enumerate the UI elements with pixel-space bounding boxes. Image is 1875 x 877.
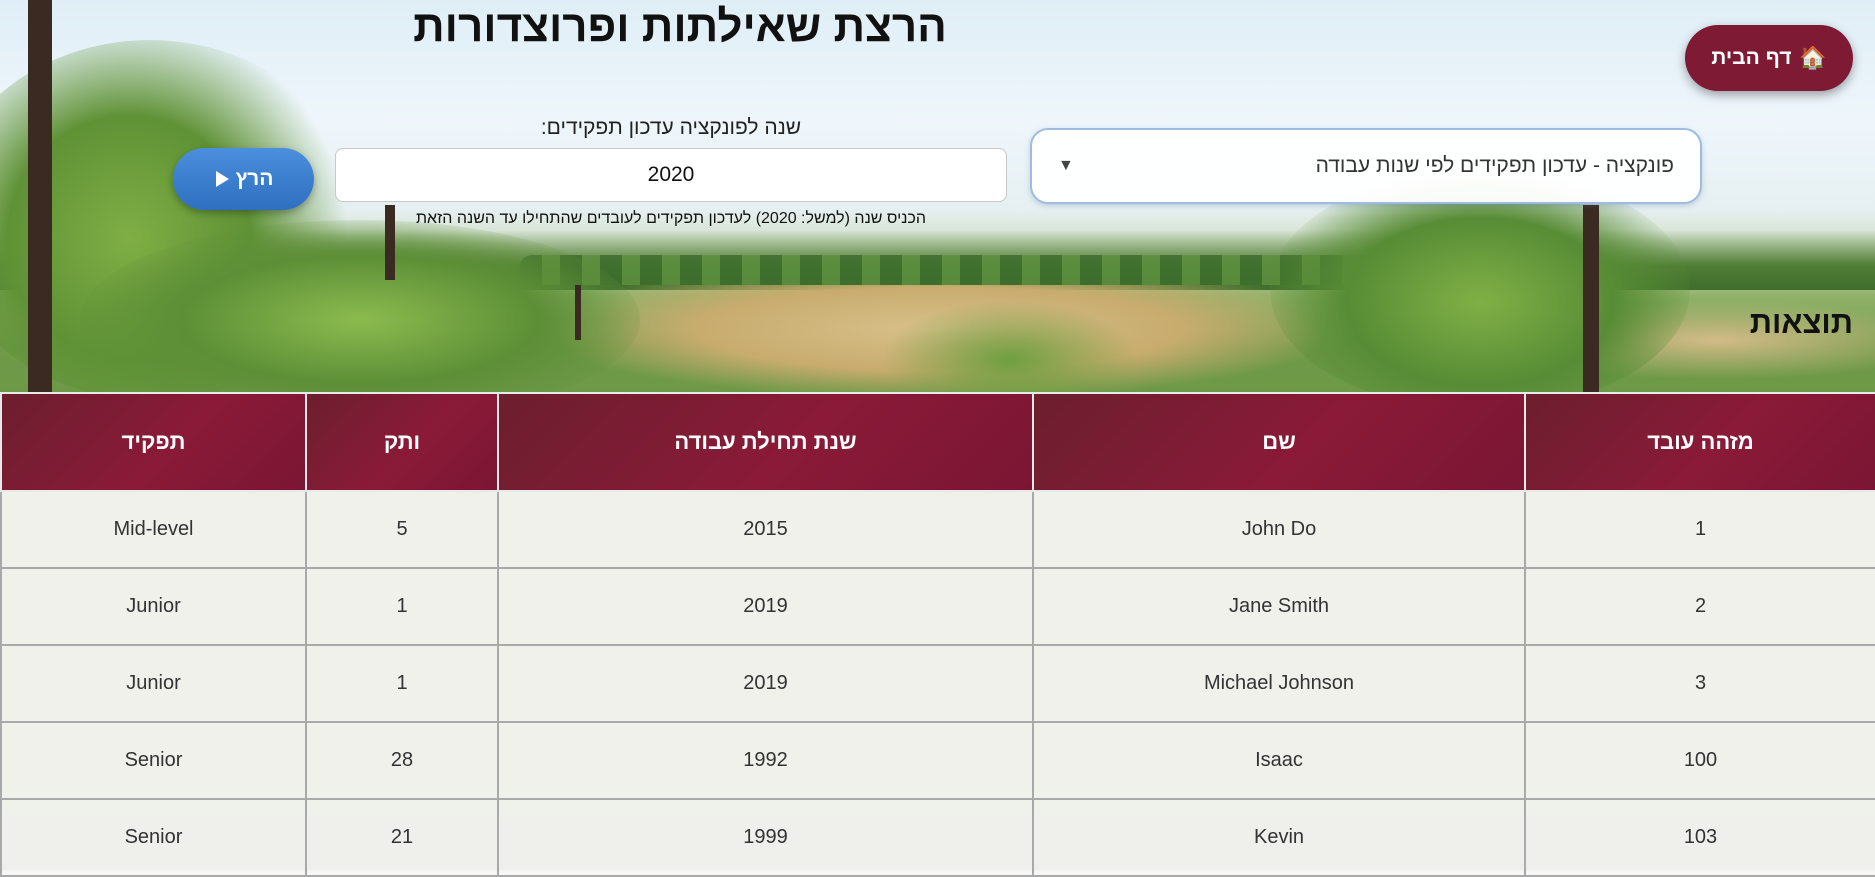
- home-button[interactable]: 🏠 דף הבית: [1685, 25, 1853, 91]
- table-cell: 5: [305, 490, 499, 569]
- vine-post: [1583, 205, 1599, 395]
- table-cell: 2015: [497, 490, 1034, 569]
- table-row: 2 Jane Smith 2019 1 Junior: [0, 567, 1875, 646]
- table-cell: John Do: [1032, 490, 1526, 569]
- table-row: 100 Isaac 1992 28 Senior: [0, 721, 1875, 800]
- table-cell: Junior: [0, 567, 307, 646]
- foliage-right: [1270, 170, 1690, 410]
- table-cell: 21: [305, 798, 499, 877]
- table-cell: 1: [1524, 490, 1875, 569]
- table-cell: 103: [1524, 798, 1875, 877]
- column-header: ותק: [305, 392, 499, 492]
- run-button[interactable]: הרץ: [173, 148, 314, 210]
- chevron-down-icon: ▼: [1058, 157, 1074, 174]
- table-cell: 2019: [497, 644, 1034, 723]
- page-title: הרצת שאילתות ופרוצדורות: [413, 2, 947, 51]
- play-icon: [215, 171, 229, 187]
- column-header: שם: [1032, 392, 1526, 492]
- table-row: 1 John Do 2015 5 Mid-level: [0, 490, 1875, 569]
- table-cell: Kevin: [1032, 798, 1526, 877]
- results-table: מזהה עובד שם שנת תחילת עבודה ותק תפקיד 1…: [0, 392, 1875, 877]
- table-cell: Mid-level: [0, 490, 307, 569]
- table-cell: Isaac: [1032, 721, 1526, 800]
- column-header: תפקיד: [0, 392, 307, 492]
- home-button-label: דף הבית: [1711, 46, 1792, 69]
- table-cell: 1: [305, 644, 499, 723]
- table-cell: 3: [1524, 644, 1875, 723]
- function-select-value: פונקציה - עדכון תפקידים לפי שנות עבודה: [1315, 154, 1674, 177]
- table-cell: Senior: [0, 798, 307, 877]
- column-header: שנת תחילת עבודה: [497, 392, 1034, 492]
- function-select[interactable]: פונקציה - עדכון תפקידים לפי שנות עבודה ▼: [1030, 128, 1702, 204]
- table-cell: 100: [1524, 721, 1875, 800]
- table-cell: 2019: [497, 567, 1034, 646]
- foliage-left-low: [80, 220, 640, 420]
- year-input-hint: הכניס שנה (למשל: 2020) לעדכון תפקידים לע…: [415, 210, 927, 227]
- table-row: 3 Michael Johnson 2019 1 Junior: [0, 644, 1875, 723]
- table-cell: Jane Smith: [1032, 567, 1526, 646]
- table-cell: 1: [305, 567, 499, 646]
- table-cell: 2: [1524, 567, 1875, 646]
- table-cell: 28: [305, 721, 499, 800]
- table-header-row: מזהה עובד שם שנת תחילת עבודה ותק תפקיד: [0, 392, 1875, 492]
- table-cell: 1999: [497, 798, 1034, 877]
- year-input[interactable]: [335, 148, 1007, 202]
- table-cell: 1992: [497, 721, 1034, 800]
- column-header: מזהה עובד: [1524, 392, 1875, 492]
- vine-post: [575, 285, 581, 340]
- table-cell: Michael Johnson: [1032, 644, 1526, 723]
- table-cell: Senior: [0, 721, 307, 800]
- year-input-label: שנה לפונקציה עדכון תפקידים:: [540, 116, 802, 139]
- results-heading: תוצאות: [1749, 305, 1853, 340]
- table-row: 103 Kevin 1999 21 Senior: [0, 798, 1875, 877]
- table-cell: Junior: [0, 644, 307, 723]
- house-icon: 🏠: [1799, 45, 1827, 70]
- vine-post: [28, 0, 52, 395]
- run-button-label: הרץ: [235, 167, 274, 190]
